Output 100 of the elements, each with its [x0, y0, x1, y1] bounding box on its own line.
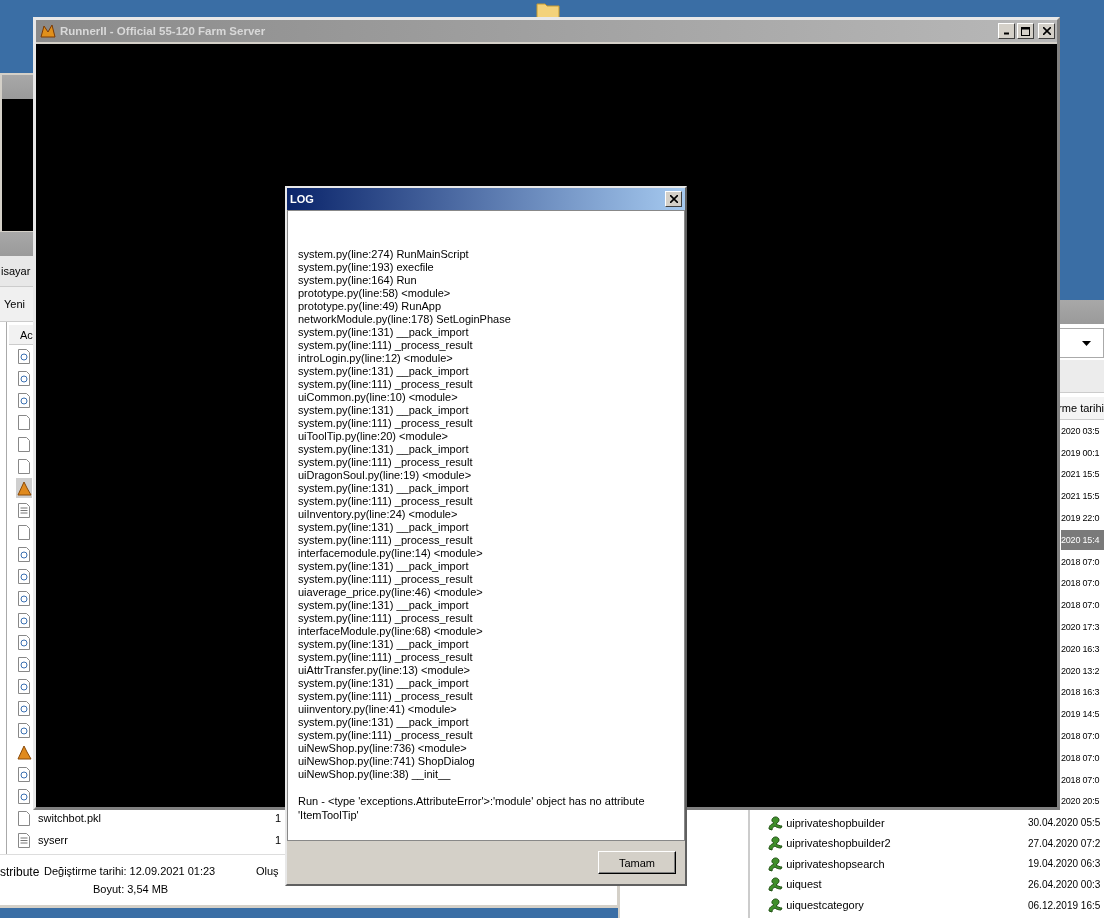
date-cell-text: 2020 17:3	[1061, 621, 1101, 635]
blank-file-icon[interactable]	[18, 436, 30, 452]
script-file-icon[interactable]	[18, 788, 30, 804]
log-line: system.py(line:131) __pack_import	[298, 521, 470, 534]
date-cell-text: 2018 07:0	[1061, 730, 1101, 744]
breadcrumb[interactable]: isayar	[1, 265, 31, 277]
log-line: system.py(line:131) __pack_import	[298, 482, 470, 495]
file-name[interactable]: switchbot.pkl	[38, 812, 101, 824]
script-file-icon[interactable]	[18, 678, 30, 694]
log-line: interfaceModule.py(line:68) <module>	[298, 625, 484, 638]
file-name[interactable]: uiprivateshopsearch	[786, 857, 1027, 870]
date-cell-text: 2019 00:1	[1061, 446, 1101, 460]
log-line: system.py(line:111) _process_result	[298, 651, 474, 664]
blank-file-icon[interactable]	[18, 524, 30, 540]
date-cell-text: 19.04.2020 06:3	[1028, 858, 1102, 870]
script-file-icon[interactable]	[18, 722, 30, 738]
log-line: system.py(line:131) __pack_import	[298, 599, 470, 612]
log-line: networkModule.py(line:178) SetLoginPhase	[298, 313, 512, 326]
close-button[interactable]	[1038, 23, 1055, 39]
log-line: uiaverage_price.py(line:46) <module>	[298, 586, 484, 599]
file-name[interactable]: uiprivateshopbuilder2	[786, 837, 1027, 850]
log-line: system.py(line:131) __pack_import	[298, 638, 470, 651]
app-icon[interactable]	[16, 744, 32, 760]
script-file-icon[interactable]	[18, 612, 30, 628]
date-cell-text: 2018 16:3	[1061, 686, 1101, 700]
file-name[interactable]: uiquest	[786, 878, 1027, 891]
column-header[interactable]: Ac	[9, 325, 33, 345]
close-button[interactable]	[665, 191, 682, 207]
maximize-button[interactable]	[1017, 23, 1034, 39]
date-cell-text: 2020 13:2	[1061, 664, 1101, 678]
file-name[interactable]: syserr	[38, 834, 68, 846]
log-line: system.py(line:111) _process_result	[298, 495, 474, 508]
log-line: uiinventory.py(line:41) <module>	[298, 703, 458, 716]
log-line: system.py(line:111) _process_result	[298, 729, 474, 742]
date-cell-text: 2021 15:5	[1061, 468, 1101, 482]
file-size: Boyut: 3,54 MB	[93, 883, 169, 895]
log-line: uiCommon.py(line:10) <module>	[298, 391, 459, 404]
script-file-icon[interactable]	[18, 568, 30, 584]
script-file-icon[interactable]	[18, 656, 30, 672]
created-label: Oluş	[256, 865, 279, 877]
script-file-icon[interactable]	[18, 348, 30, 364]
blank-file-icon[interactable]	[18, 458, 30, 474]
text-file-icon[interactable]	[18, 502, 30, 518]
log-line: system.py(line:274) RunMainScript	[298, 248, 470, 261]
log-line: uiToolTip.py(line:20) <module>	[298, 430, 449, 443]
file-name[interactable]: uiquestcategory	[786, 899, 1027, 911]
log-line: system.py(line:193) execfile	[298, 261, 435, 274]
date-cell-text: 2018 07:0	[1061, 555, 1101, 569]
log-line: system.py(line:164) Run	[298, 274, 418, 287]
log-line: prototype.py(line:58) <module>	[298, 287, 452, 300]
ok-button[interactable]: Tamam	[598, 851, 676, 874]
date-cell-text: 2020 16:3	[1061, 642, 1101, 656]
log-line: system.py(line:111) _process_result	[298, 612, 474, 625]
maximize-icon	[1021, 26, 1030, 36]
script-file-icon[interactable]	[18, 634, 30, 650]
toolbar-button[interactable]: Yeni	[4, 298, 25, 310]
blank-file-icon[interactable]	[18, 414, 30, 430]
log-line: system.py(line:131) __pack_import	[298, 326, 470, 339]
log-line: system.py(line:111) _process_result	[298, 339, 474, 352]
error-message: Run - <type 'exceptions.AttributeError'>:'module' object has no attribute 'ItemToolTip'	[298, 794, 646, 822]
log-line: prototype.py(line:49) RunApp	[298, 300, 443, 313]
minimize-button[interactable]	[998, 23, 1015, 39]
log-line: interfacemodule.py(line:14) <module>	[298, 547, 484, 560]
script-file-icon[interactable]	[18, 700, 30, 716]
date-cell-text: 26.04.2020 00:3	[1028, 878, 1102, 890]
log-line: system.py(line:131) __pack_import	[298, 365, 470, 378]
modified-date: Değiştirme tarihi: 12.09.2021 01:23	[44, 865, 216, 877]
script-file-icon[interactable]	[18, 370, 30, 386]
date-cell-text: 30.04.2020 05:5	[1028, 817, 1102, 829]
log-line: uiAttrTransfer.py(line:13) <module>	[298, 664, 471, 677]
script-file-icon[interactable]	[18, 766, 30, 782]
blank-file-icon[interactable]	[18, 810, 30, 826]
date-cell: 2020 15:4	[1061, 529, 1104, 550]
log-line: system.py(line:111) _process_result	[298, 690, 474, 703]
table-cell: 1	[275, 812, 282, 824]
date-cell-text: 2019 14:5	[1061, 708, 1101, 722]
file-name[interactable]: uiprivateshopbuilder	[786, 816, 1027, 829]
date-cell-text: 2018 07:0	[1061, 751, 1101, 765]
log-line: system.py(line:111) _process_result	[298, 378, 474, 391]
log-line: system.py(line:111) _process_result	[298, 417, 474, 430]
window-title: RunnerII - Official 55-120 Farm Server	[60, 25, 266, 37]
date-cell-text: 27.04.2020 07:2	[1028, 837, 1102, 849]
log-line: system.py(line:131) __pack_import	[298, 560, 470, 573]
date-cell-text: 2020 20:5	[1061, 795, 1101, 809]
date-cell-text: 2021 15:5	[1061, 490, 1101, 504]
script-file-icon[interactable]	[18, 392, 30, 408]
file-type: stribute	[0, 865, 40, 879]
script-file-icon[interactable]	[18, 590, 30, 606]
date-cell-text: 2018 07:0	[1061, 773, 1101, 787]
text-file-icon[interactable]	[18, 832, 30, 848]
script-file-icon[interactable]	[18, 546, 30, 562]
app-icon[interactable]	[16, 480, 32, 496]
dropdown-arrow-icon[interactable]	[1082, 340, 1091, 346]
date-cell-text: 06.12.2019 16:5	[1028, 899, 1102, 911]
log-line: system.py(line:111) _process_result	[298, 573, 474, 586]
log-line: uiDragonSoul.py(line:19) <module>	[298, 469, 473, 482]
date-cell-text: 2020 03:5	[1061, 424, 1101, 438]
log-line: system.py(line:131) __pack_import	[298, 677, 470, 690]
date-cell-text: 2019 22:0	[1061, 512, 1101, 526]
date-cell-text: 2018 07:0	[1061, 577, 1101, 591]
